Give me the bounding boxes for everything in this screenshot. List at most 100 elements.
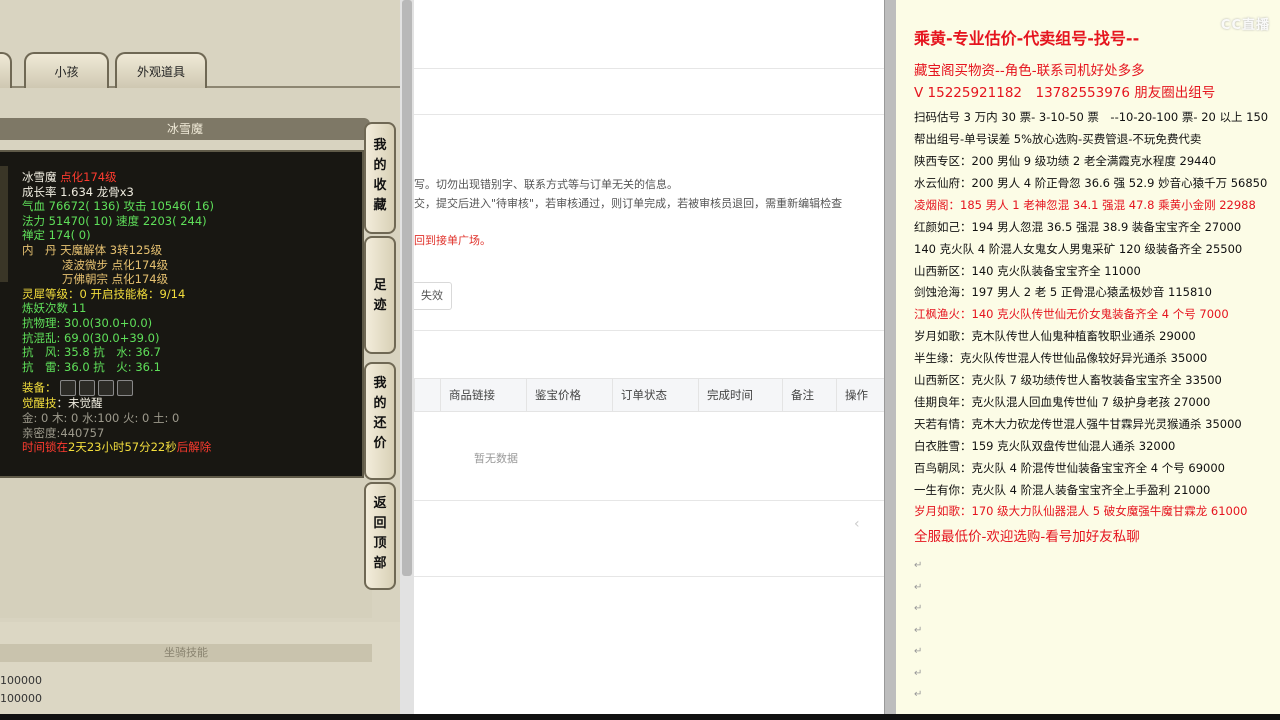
notice-line-3: 回到接单广场。 bbox=[414, 234, 491, 247]
spd-label: 速度 bbox=[116, 213, 140, 228]
listing-row: 岁月如歌：克木队传世人仙鬼种植畜牧职业通杀 29000 bbox=[914, 329, 1196, 344]
paragraph-mark: ↵ bbox=[914, 646, 923, 657]
listing-row: 天若有情：克木大力砍龙传世混人强牛甘霖异光灵猴通杀 35000 bbox=[914, 416, 1242, 431]
timelock-suffix: 后解除 bbox=[176, 440, 212, 455]
neidan-2: 凌波微步 点化174级 bbox=[62, 257, 169, 272]
btn-char: 藏 bbox=[373, 198, 387, 213]
mount-skills-section: 坐骑技能 100000 100000 bbox=[0, 622, 400, 720]
listing-row: 岁月如歌：170 级大力队仙器混人 5 破女魔强牛魔甘霖龙 61000 bbox=[914, 504, 1248, 519]
hp-value: 76672( 136) bbox=[48, 199, 120, 214]
listing-row: 140 克火队 4 阶混人女鬼女人男鬼采矿 120 级装备齐全 25500 bbox=[914, 241, 1243, 256]
paragraph-mark: ↵ bbox=[914, 624, 923, 636]
btn-char: 我 bbox=[373, 376, 387, 391]
lianyao-count: 炼妖次数 11 bbox=[22, 301, 87, 316]
notes-line-4: 帮出组号-单号误差 5%放心选购-买费管退-不玩免费代卖 bbox=[914, 132, 1202, 146]
timelock-prefix: 时间锁在 bbox=[22, 440, 68, 455]
orders-table-header: 商品链接 鉴宝价格 订单状态 完成时间 备注 操作 bbox=[414, 378, 884, 412]
paragraph-mark: ↵ bbox=[914, 689, 923, 700]
paragraph-mark: ↵ bbox=[914, 581, 923, 593]
mp-label: 法力 bbox=[22, 213, 45, 228]
pet-elements: 金: 0 木: 0 水:100 火: 0 土: 0 bbox=[22, 410, 180, 425]
pet-name: 冰雪魔 bbox=[22, 170, 57, 184]
btn-char: 回 bbox=[373, 516, 387, 531]
neidan-3: 万佛朝宗 点化174级 bbox=[62, 272, 169, 287]
notepad-panel: CC直播 乘黄-专业估价-代卖组号-找号-- 藏宝阁买物资--角色-联系司机好处… bbox=[896, 0, 1280, 720]
game-lower-area bbox=[0, 478, 372, 618]
notes-line-3: 扫码估号 3 万内 30 票- 3-10-50 票 --10-20-100 票-… bbox=[914, 110, 1269, 124]
listing-row: 佳期良年：克火队混人回血鬼传世仙 7 级护身老孩 27000 bbox=[914, 394, 1211, 409]
bottom-bar bbox=[0, 714, 1280, 720]
btn-char: 收 bbox=[373, 178, 387, 193]
stream-watermark-logo: CC直播 bbox=[1220, 18, 1270, 33]
game-window: 小孩 外观道具 冰雪魔 冰雪魔 点化174级 成长率 1.634 龙骨x3 气血… bbox=[0, 0, 400, 720]
neidan-label: 内 丹 bbox=[22, 242, 57, 257]
equip-slot-1[interactable] bbox=[60, 380, 77, 397]
notes-line-1: 藏宝阁买物资--角色-联系司机好处多多 bbox=[914, 63, 1145, 79]
equip-label: 装备： bbox=[22, 380, 57, 395]
linggu-value: ：0 开启技能格：9/14 bbox=[68, 286, 186, 301]
listing-row: 陕西专区：200 男仙 9 级功绩 2 老全满霞克水程度 29440 bbox=[914, 154, 1217, 168]
btn-char: 返 bbox=[373, 496, 387, 511]
my-favorites-button[interactable]: 我的收藏 bbox=[364, 122, 396, 234]
resist-wind-water: 抗 风: 35.8 抗 水: 36.7 bbox=[22, 345, 161, 360]
listing-row: 山西新区：140 克火队装备宝宝齐全 11000 bbox=[914, 263, 1141, 278]
equip-slot-3[interactable] bbox=[98, 380, 115, 397]
btn-char: 还 bbox=[373, 416, 387, 431]
notes-line-2: V 15225921182 13782553976 朋友圈出组号 bbox=[914, 85, 1216, 101]
empty-state: 暂无数据 bbox=[474, 452, 518, 465]
divider bbox=[414, 576, 884, 577]
btn-char: 足 bbox=[373, 278, 387, 293]
col-price: 鉴宝价格 bbox=[526, 379, 612, 412]
tab-partial[interactable] bbox=[0, 52, 12, 88]
equip-slot-2[interactable] bbox=[79, 380, 96, 397]
pet-stats-panel: 冰雪魔 点化174级 成长率 1.634 龙骨x3 气血 76672( 136)… bbox=[0, 150, 364, 478]
tab-child[interactable]: 小孩 bbox=[24, 52, 109, 88]
listing-row: 凌烟阁：185 男人 1 老神忽混 34.1 强混 47.8 乘黄小金刚 229… bbox=[914, 197, 1256, 212]
btn-char: 部 bbox=[373, 556, 387, 571]
btn-char: 的 bbox=[373, 396, 387, 411]
tab-outfit[interactable]: 外观道具 bbox=[115, 52, 207, 88]
pet-portrait bbox=[0, 166, 8, 282]
spd-value: 2203( 244) bbox=[142, 213, 207, 228]
mount-skills-header: 坐骑技能 bbox=[0, 644, 372, 662]
footprint-button[interactable]: 足迹 bbox=[364, 236, 396, 354]
awaken-value: ：未觉醒 bbox=[56, 396, 103, 411]
btn-char: 迹 bbox=[373, 298, 387, 313]
notice-line-2: 交，提交后进入"待审核"，若审核通过，则订单完成，若被审核员退回，需重新编辑检查 bbox=[414, 197, 843, 210]
my-bargain-button[interactable]: 我的还价 bbox=[364, 362, 396, 480]
window-splitter[interactable] bbox=[884, 0, 896, 720]
back-to-top-button[interactable]: 返回顶部 bbox=[364, 482, 396, 590]
mount-value-1: 100000 bbox=[0, 674, 42, 687]
paragraph-mark: ↵ bbox=[914, 560, 923, 571]
col-status: 订单状态 bbox=[612, 379, 698, 412]
linggu-label: 灵犀等级 bbox=[22, 286, 68, 301]
game-scrollbar[interactable] bbox=[400, 0, 414, 720]
divider bbox=[414, 500, 884, 501]
listing-row: 白衣胜雪：159 克火队双盘传世仙混人通杀 32000 bbox=[914, 438, 1176, 453]
pet-growth: 成长率 1.634 龙骨x3 bbox=[22, 184, 134, 199]
pet-name-tag: 点化174级 bbox=[60, 170, 117, 184]
resist-chaos: 抗混乱: 69.0(30.0+39.0) bbox=[22, 330, 160, 345]
listing-row: 一生有你：克火队 4 阶混人装备宝宝齐全上手盈利 21000 bbox=[914, 482, 1211, 497]
paragraph-mark: ↵ bbox=[914, 667, 923, 679]
listing-row: 江枫渔火：140 克火队传世仙无价女鬼装备齐全 4 个号 7000 bbox=[914, 307, 1229, 322]
void-button[interactable]: 失效 bbox=[414, 282, 452, 310]
listing-row: 山西新区：克火队 7 级功绩传世人畜牧装备宝宝齐全 33500 bbox=[914, 373, 1222, 387]
hp-label: 气血 bbox=[22, 199, 45, 214]
scrollbar-thumb[interactable] bbox=[402, 0, 412, 576]
equip-slot-4[interactable] bbox=[117, 380, 134, 397]
listing-row: 剑蚀沧海：197 男人 2 老 5 正骨混心猿孟极妙音 115810 bbox=[914, 285, 1212, 300]
pet-intimacy: 亲密度:440757 bbox=[22, 425, 105, 440]
pager-prev-button[interactable]: ‹ bbox=[854, 516, 860, 532]
col-spacer bbox=[414, 379, 440, 412]
atk-label: 攻击 bbox=[123, 199, 147, 214]
col-time: 完成时间 bbox=[698, 379, 782, 412]
pet-ding: 禅定 174( 0) bbox=[22, 228, 91, 243]
notice-line-1: 写。切勿出现错别字、联系方式等与订单无关的信息。 bbox=[414, 178, 678, 191]
btn-char: 的 bbox=[373, 158, 387, 173]
pet-panel-title: 冰雪魔 bbox=[0, 118, 370, 140]
resist-thunder-fire: 抗 雷: 36.0 抗 火: 36.1 bbox=[22, 359, 161, 374]
order-web-page: 写。切勿出现错别字、联系方式等与订单无关的信息。 交，提交后进入"待审核"，若审… bbox=[414, 0, 884, 720]
btn-char: 价 bbox=[373, 436, 387, 451]
listing-row: 百鸟朝凤：克火队 4 阶混传世仙装备宝宝齐全 4 个号 69000 bbox=[914, 460, 1225, 475]
